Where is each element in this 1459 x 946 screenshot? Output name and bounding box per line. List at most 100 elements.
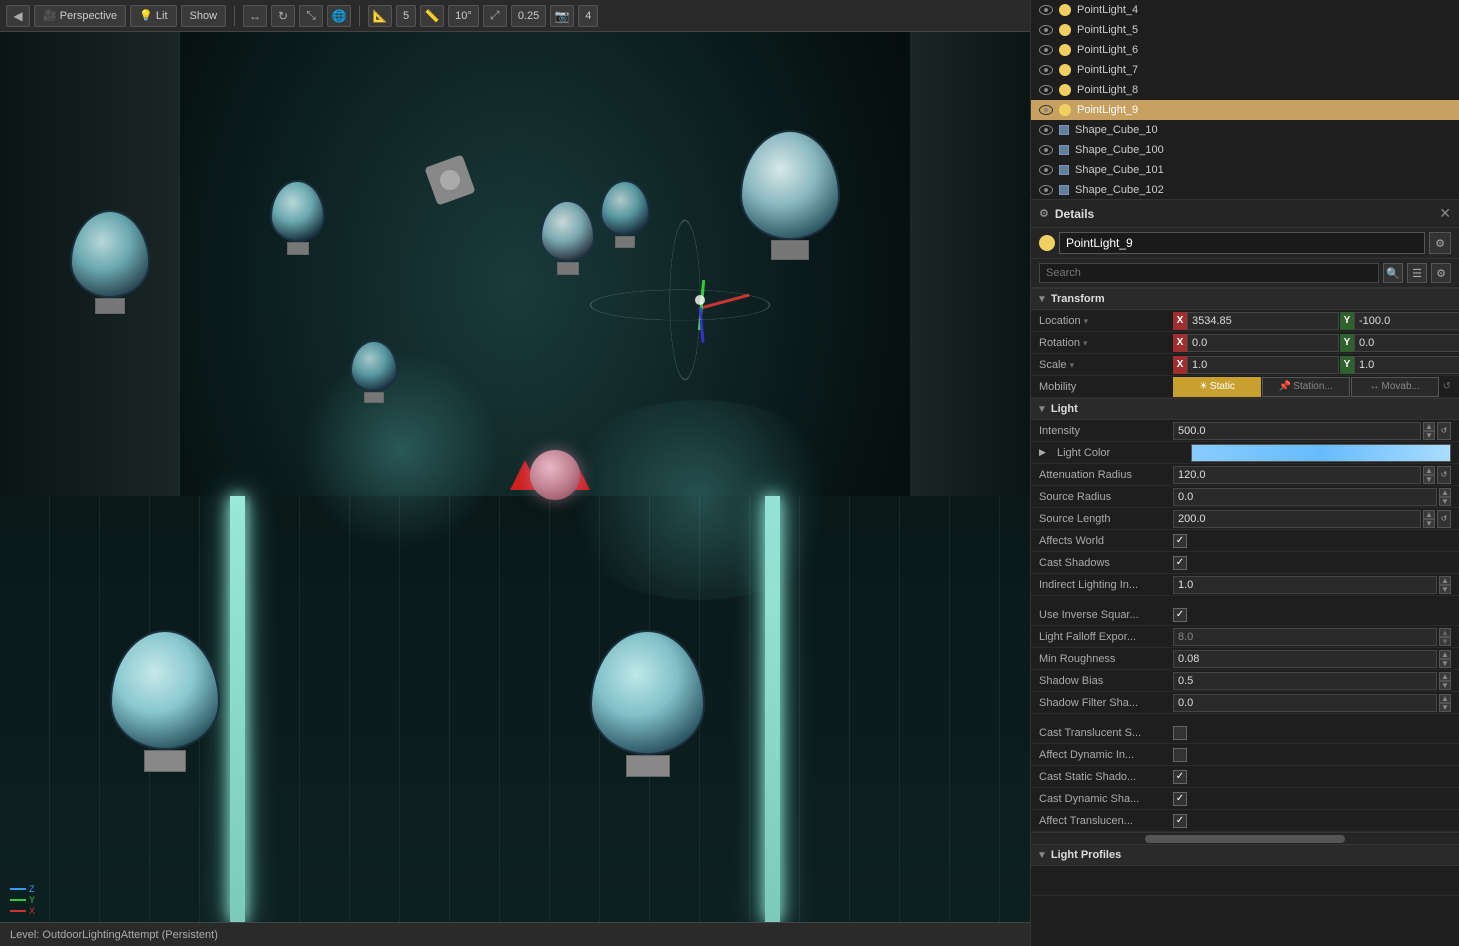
angle-snap-btn[interactable]: 📏 (420, 5, 444, 27)
indirect-lighting-input[interactable] (1173, 576, 1437, 594)
affects-world-checkbox[interactable] (1173, 534, 1187, 548)
actor-settings-btn[interactable]: ⚙ (1429, 232, 1451, 254)
shadow-filter-down-btn[interactable]: ▼ (1439, 703, 1451, 712)
eye-icon-cube102[interactable] (1039, 185, 1053, 195)
shadow-bias-input[interactable] (1173, 672, 1437, 690)
light-color-swatch[interactable] (1191, 444, 1451, 462)
shadow-filter-input[interactable] (1173, 694, 1437, 712)
shadow-filter-up-btn[interactable]: ▲ (1439, 694, 1451, 703)
source-length-reset-btn[interactable]: ↺ (1437, 510, 1451, 528)
shadow-bias-down-btn[interactable]: ▼ (1439, 681, 1451, 690)
min-roughness-down-btn[interactable]: ▼ (1439, 659, 1451, 668)
eye-icon-5[interactable] (1039, 25, 1053, 35)
outliner-item-cube102[interactable]: Shape_Cube_102 (1031, 180, 1459, 200)
transform-section-header[interactable]: ▼ Transform (1031, 288, 1459, 310)
left-arrow-btn[interactable]: ◀ (6, 5, 30, 27)
rotation-x-input[interactable] (1187, 334, 1339, 352)
rotate-btn[interactable]: ↻ (271, 5, 295, 27)
source-length-up-btn[interactable]: ▲ (1423, 510, 1435, 519)
scale-x-input[interactable] (1187, 356, 1339, 374)
use-inverse-checkbox[interactable] (1173, 608, 1187, 622)
search-input[interactable] (1039, 263, 1379, 283)
grid-size-btn[interactable]: 5 (396, 5, 416, 27)
attenuation-up-btn[interactable]: ▲ (1423, 466, 1435, 475)
mobility-reset[interactable]: ↺ (1443, 381, 1451, 392)
settings-btn[interactable]: ⚙ (1431, 263, 1451, 283)
intensity-up-btn[interactable]: ▲ (1423, 422, 1435, 431)
mobility-static-btn[interactable]: ☀ Static (1173, 377, 1261, 397)
camera-btn[interactable]: 📷 (550, 5, 574, 27)
eye-icon-9[interactable] (1039, 105, 1053, 115)
source-radius-down-btn[interactable]: ▼ (1439, 497, 1451, 506)
perspective-btn[interactable]: 🎥 Perspective (34, 5, 126, 27)
location-y-input[interactable] (1354, 312, 1459, 330)
outliner-item-pointlight7[interactable]: PointLight_7 (1031, 60, 1459, 80)
eye-icon-7[interactable] (1039, 65, 1053, 75)
scroll-thumb[interactable] (1145, 835, 1345, 843)
affect-dynamic-checkbox[interactable] (1173, 748, 1187, 762)
cast-shadows-checkbox[interactable] (1173, 556, 1187, 570)
attenuation-reset-btn[interactable]: ↺ (1437, 466, 1451, 484)
mobility-stationary-btn[interactable]: 📌 Station... (1262, 377, 1350, 397)
affect-translucent-checkbox[interactable] (1173, 814, 1187, 828)
scale-snap-btn[interactable]: ⤢ (483, 5, 507, 27)
eye-icon-cube100[interactable] (1039, 145, 1053, 155)
angle-val-btn[interactable]: 10° (448, 5, 479, 27)
min-roughness-up-btn[interactable]: ▲ (1439, 650, 1451, 659)
attenuation-input[interactable] (1173, 466, 1421, 484)
source-length-down-btn[interactable]: ▼ (1423, 519, 1435, 528)
outliner-item-cube10[interactable]: Shape_Cube_10 (1031, 120, 1459, 140)
light-color-row[interactable]: ▶ Light Color (1031, 442, 1459, 464)
light-profiles-section-header[interactable]: ▼ Light Profiles (1031, 844, 1459, 866)
scale-y-input[interactable] (1354, 356, 1459, 374)
source-radius-up-btn[interactable]: ▲ (1439, 488, 1451, 497)
outliner-item-pointlight8[interactable]: PointLight_8 (1031, 80, 1459, 100)
outliner-item-cube101[interactable]: Shape_Cube_101 (1031, 160, 1459, 180)
light-section-header[interactable]: ▼ Light (1031, 398, 1459, 420)
scale-btn[interactable]: ⤡ (299, 5, 323, 27)
eye-icon-4[interactable] (1039, 5, 1053, 15)
eye-icon-8[interactable] (1039, 85, 1053, 95)
source-radius-input[interactable] (1173, 488, 1437, 506)
search-btn[interactable]: 🔍 (1383, 263, 1403, 283)
outliner-item-cube100[interactable]: Shape_Cube_100 (1031, 140, 1459, 160)
min-roughness-input[interactable] (1173, 650, 1437, 668)
mobility-movable-btn[interactable]: ↔ Movab... (1351, 377, 1439, 397)
outliner-item-pointlight9[interactable]: PointLight_9 (1031, 100, 1459, 120)
eye-icon-cube101[interactable] (1039, 165, 1053, 175)
lit-btn[interactable]: 💡 Lit (130, 5, 176, 27)
indirect-down-btn[interactable]: ▼ (1439, 585, 1451, 594)
falloff-up-btn[interactable]: ▲ (1439, 628, 1451, 637)
intensity-reset-btn[interactable]: ↺ (1437, 422, 1451, 440)
coords-btn[interactable]: 🌐 (327, 5, 351, 27)
show-btn[interactable]: Show (181, 5, 227, 27)
eye-icon-cube10[interactable] (1039, 125, 1053, 135)
list-view-btn[interactable]: ☰ (1407, 263, 1427, 283)
cast-static-checkbox[interactable] (1173, 770, 1187, 784)
shadow-bias-up-btn[interactable]: ▲ (1439, 672, 1451, 681)
falloff-input[interactable] (1173, 628, 1437, 646)
outliner-item-pointlight4[interactable]: PointLight_4 (1031, 0, 1459, 20)
actor-name-input[interactable] (1059, 232, 1425, 254)
attenuation-down-btn[interactable]: ▼ (1423, 475, 1435, 484)
camera-speed-btn[interactable]: 4 (578, 5, 598, 27)
cast-translucent-checkbox[interactable] (1173, 726, 1187, 740)
viewport[interactable]: Z Y X ◀ 🎥 Perspective 💡 Lit Show ↔ ↻ (0, 0, 1030, 946)
indirect-up-btn[interactable]: ▲ (1439, 576, 1451, 585)
location-x-input[interactable] (1187, 312, 1339, 330)
eye-icon-6[interactable] (1039, 45, 1053, 55)
scroll-indicator[interactable] (1031, 832, 1459, 844)
outliner-item-pointlight6[interactable]: PointLight_6 (1031, 40, 1459, 60)
cast-dynamic-checkbox[interactable] (1173, 792, 1187, 806)
details-close-btn[interactable]: ✕ (1439, 205, 1451, 222)
intensity-input[interactable] (1173, 422, 1421, 440)
light-color-expand[interactable]: ▶ (1039, 447, 1051, 459)
intensity-down-btn[interactable]: ▼ (1423, 431, 1435, 440)
falloff-down-btn[interactable]: ▼ (1439, 637, 1451, 646)
outliner-item-pointlight5[interactable]: PointLight_5 (1031, 20, 1459, 40)
surface-snap-btn[interactable]: 📐 (368, 5, 392, 27)
rotation-y-input[interactable] (1354, 334, 1459, 352)
translate-btn[interactable]: ↔ (243, 5, 267, 27)
source-length-input[interactable] (1173, 510, 1421, 528)
scale-val-btn[interactable]: 0.25 (511, 5, 546, 27)
